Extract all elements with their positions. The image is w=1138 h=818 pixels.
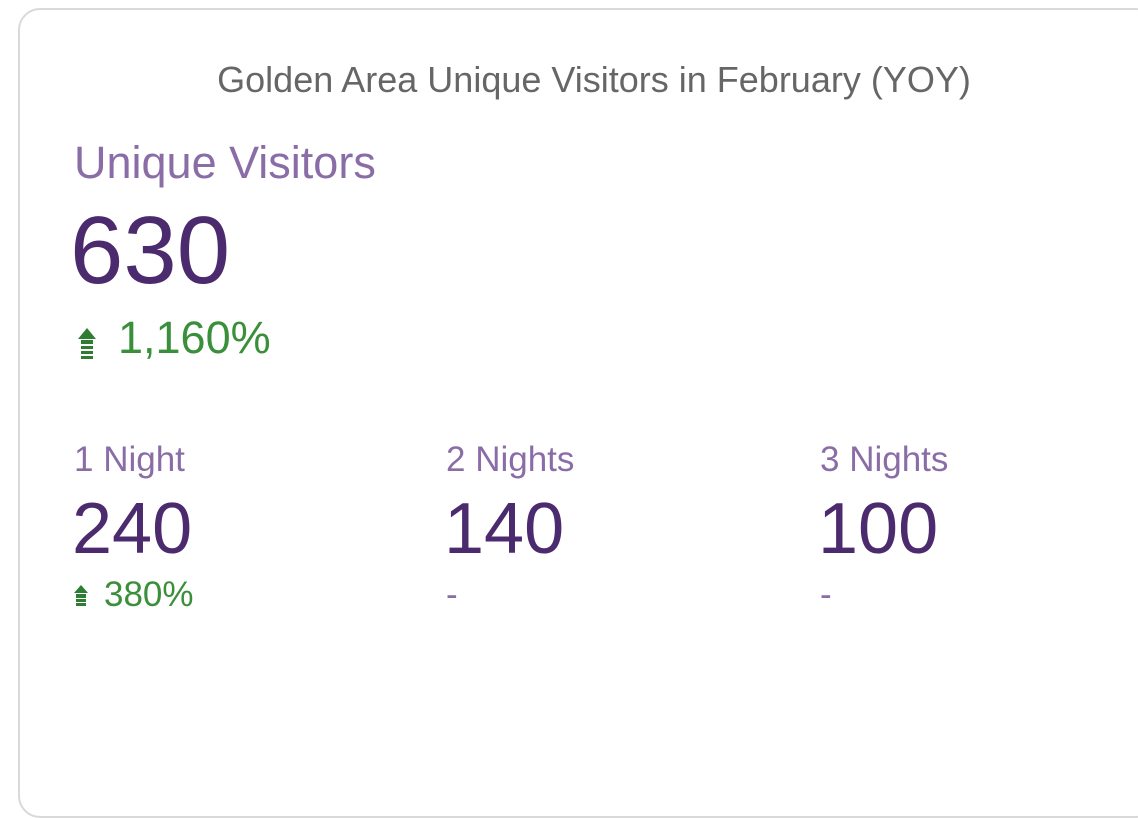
metric-label: 1 Night <box>74 440 185 479</box>
arrow-up-icon <box>78 328 96 359</box>
metric-change: 380% <box>74 577 434 612</box>
metric-change-empty: - <box>820 575 832 614</box>
metric-value: 100 <box>818 489 939 569</box>
metric-1-night: 1 Night 240 380% <box>72 440 434 612</box>
main-metric-label: Unique Visitors <box>74 137 376 188</box>
main-metric-change: 1,160% <box>78 312 271 362</box>
metric-2-nights: 2 Nights 140 - <box>444 440 806 614</box>
card-title: Golden Area Unique Visitors in February … <box>217 59 971 100</box>
metric-label: 2 Nights <box>446 440 575 479</box>
scorecard-panel: Golden Area Unique Visitors in February … <box>18 8 1138 818</box>
main-metric-value: 630 <box>70 197 231 304</box>
metric-3-nights: 3 Nights 100 - <box>818 440 1138 614</box>
metric-value: 240 <box>72 489 193 569</box>
metric-change-value: 380% <box>104 575 194 614</box>
metric-change-empty: - <box>446 575 458 614</box>
arrow-up-icon <box>74 584 88 606</box>
metric-label: 3 Nights <box>820 440 949 479</box>
metric-value: 140 <box>444 489 565 569</box>
main-change-value: 1,160% <box>118 311 271 363</box>
